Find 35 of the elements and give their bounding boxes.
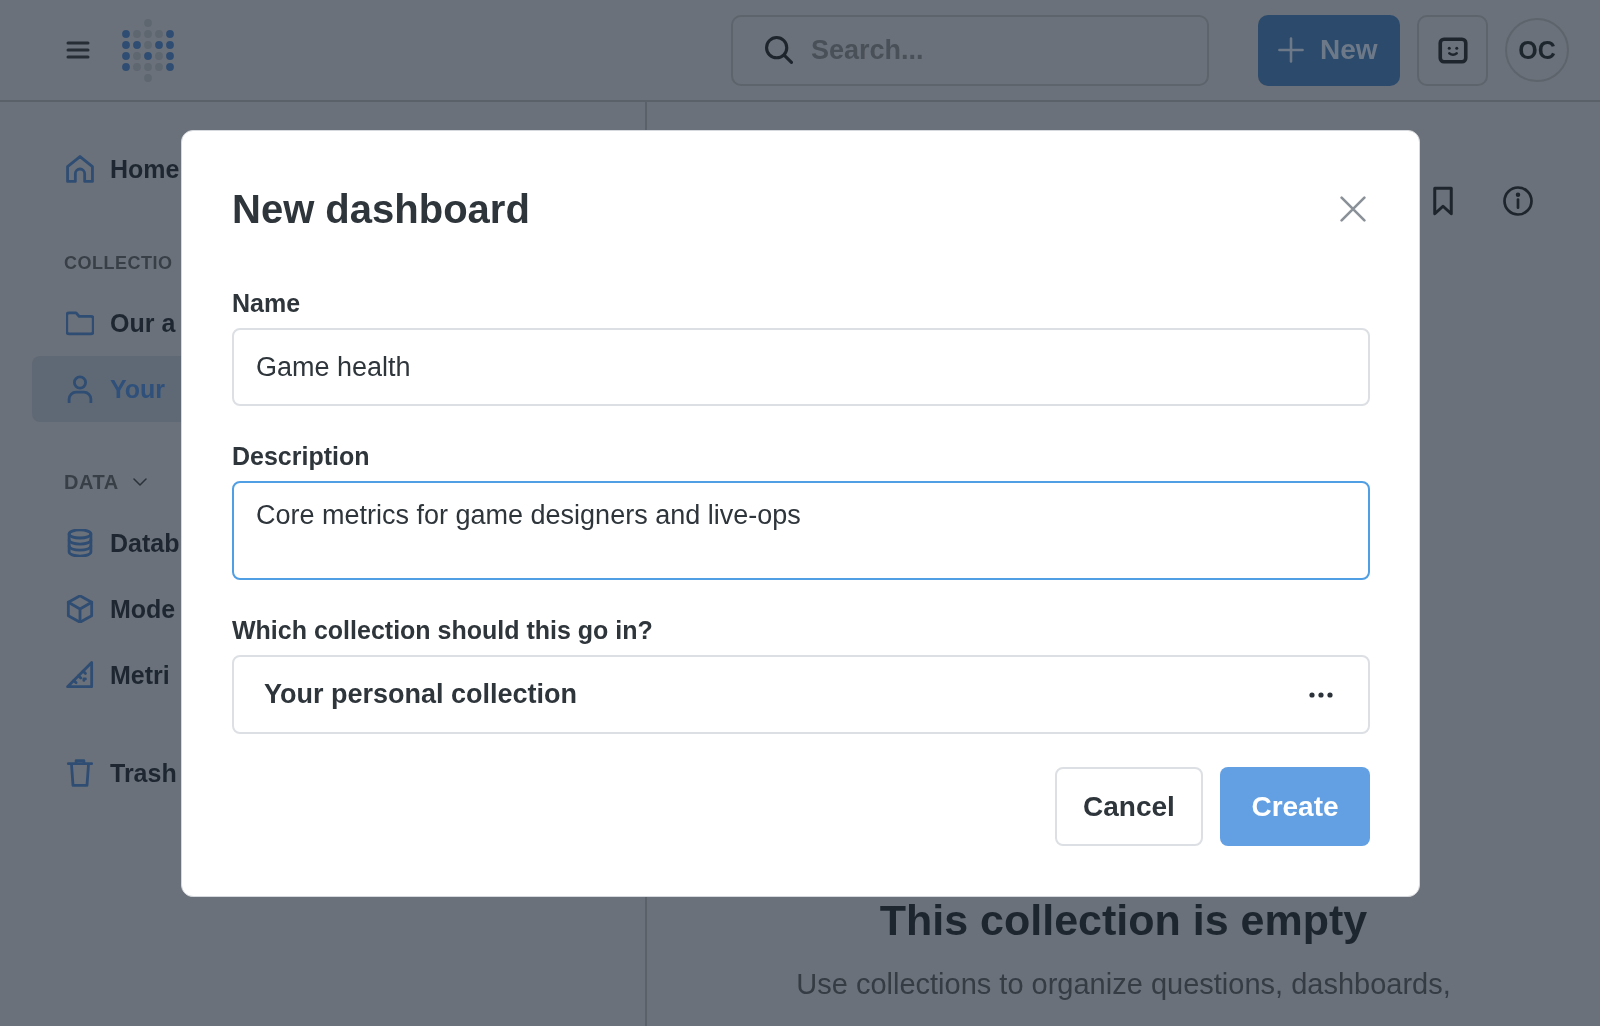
dialog-title: New dashboard [232,186,530,233]
plus-icon [1278,37,1304,63]
sidebar-item[interactable]: Datab [66,510,181,576]
ruler-icon [66,661,94,689]
trash-icon [66,759,94,787]
database-icon [66,529,94,557]
new-button[interactable]: New [1258,14,1400,86]
cube-icon [66,595,94,623]
sidebar-item[interactable]: Mode [66,576,181,642]
field-label: Description [232,441,370,472]
sidebar-item[interactable]: Our a [66,290,181,356]
name-field[interactable]: Game health [232,328,1370,406]
person-icon [66,375,94,403]
ellipsis-icon [1309,691,1333,698]
empty-state-title: This collection is empty [879,896,1368,944]
cancel-button[interactable]: Cancel [1055,767,1203,846]
create-button[interactable]: Create [1220,767,1370,846]
collection-picker[interactable]: Your personal collection [232,655,1370,734]
info-icon[interactable] [1503,186,1533,216]
bookmark-icon[interactable] [1432,186,1454,216]
field-label: Which collection should this go in? [232,615,653,646]
home-icon [66,155,94,183]
menu-icon[interactable] [66,41,90,59]
field-label: Name [232,288,301,319]
folder-icon [66,309,94,337]
avatar[interactable]: OC [1505,18,1569,82]
sidebar-item[interactable]: Trash [66,740,181,806]
description-field[interactable]: Core metrics for game designers and live-ops [232,481,1370,580]
sidebar-item[interactable]: Metri [66,642,181,708]
close-icon[interactable] [1340,196,1366,222]
smiley-screen-icon [1437,36,1468,64]
feedback-button[interactable] [1417,14,1488,86]
sidebar-item[interactable]: Home [66,136,181,202]
search-icon [765,35,793,64]
logo-icon[interactable] [121,18,175,82]
